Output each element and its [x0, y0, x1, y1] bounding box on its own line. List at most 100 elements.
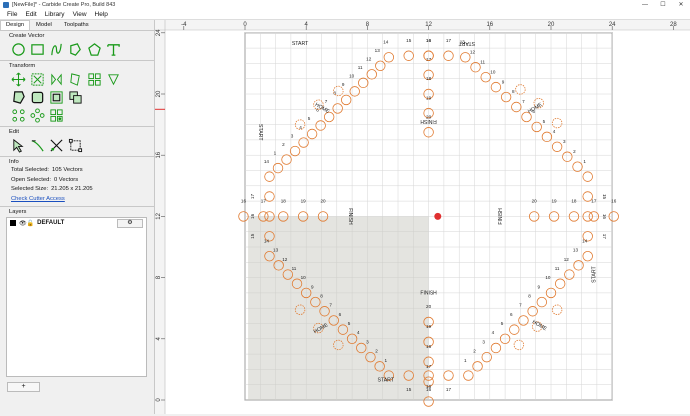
rectangle-tool-icon[interactable]	[29, 41, 45, 57]
track-label: 10	[301, 275, 307, 280]
track-label: 15	[602, 194, 607, 200]
create-vector-tools	[0, 40, 154, 58]
menu-bar: File Edit Library View Help	[0, 9, 690, 20]
track-label: 19	[426, 95, 432, 100]
track-label: 5	[543, 119, 546, 124]
track-label: 19	[426, 324, 432, 329]
menu-edit[interactable]: Edit	[21, 11, 40, 18]
align-tool-icon[interactable]	[29, 71, 45, 87]
inset-tool-icon[interactable]	[48, 89, 64, 105]
edit-heading: Edit	[9, 129, 19, 135]
ruler-tick-label: 16	[156, 151, 162, 158]
polygon-tool-icon[interactable]	[86, 41, 102, 57]
open-selected: Open Selected: 0 Vectors	[11, 176, 79, 183]
track-label: 1	[583, 159, 586, 164]
select-tool-icon[interactable]	[10, 137, 26, 153]
track-label: 12	[470, 49, 476, 54]
ruler-tick-label: 12	[156, 212, 162, 219]
circle-tool-icon[interactable]	[10, 41, 26, 57]
maximize-button[interactable]: ☐	[654, 1, 672, 8]
tab-toolpaths[interactable]: Toolpaths	[58, 20, 95, 30]
polyline-tool-icon[interactable]	[67, 41, 83, 57]
track-label: 8	[320, 293, 323, 298]
grid-array-icon[interactable]	[86, 71, 102, 87]
text-tool-icon[interactable]	[105, 41, 121, 57]
track-label: 16	[602, 214, 607, 220]
menu-library[interactable]: Library	[41, 11, 69, 18]
app-icon	[3, 1, 9, 8]
track-label: 13	[573, 248, 579, 253]
eye-icon[interactable]: 👁	[19, 220, 27, 227]
track-label: FINISH	[420, 118, 437, 124]
track-label: 15	[406, 387, 412, 392]
track-label: 18	[426, 344, 432, 349]
layer-color-swatch[interactable]	[10, 220, 16, 226]
track-label: START	[591, 265, 597, 282]
add-layer-button[interactable]: +	[7, 382, 40, 392]
layer-name: DEFAULT	[37, 220, 65, 226]
track-label: 17	[446, 38, 452, 43]
track-label: 10	[545, 275, 551, 280]
mirror-tool-icon[interactable]	[48, 71, 64, 87]
tab-design[interactable]: Design	[0, 20, 31, 30]
track-label: 16	[426, 387, 432, 392]
transform-tools-row1	[0, 70, 154, 88]
circle-array-icon[interactable]	[10, 107, 26, 123]
curve-tool-icon[interactable]	[48, 41, 64, 57]
track-label: 18	[426, 76, 432, 81]
radial-array-icon[interactable]	[29, 107, 45, 123]
layer-row-default[interactable]: 👁 🔓 DEFAULT ⚙	[7, 218, 146, 228]
track-label: 6	[510, 312, 513, 317]
boolean-tool-icon[interactable]	[67, 89, 83, 105]
track-label: 10	[349, 74, 355, 79]
menu-help[interactable]: Help	[91, 11, 112, 18]
node-edit-icon[interactable]	[105, 71, 121, 87]
move-tool-icon[interactable]	[10, 71, 26, 87]
rotate-tool-icon[interactable]	[67, 71, 83, 87]
join-tool-icon[interactable]	[67, 137, 83, 153]
close-button[interactable]: ✕	[672, 1, 690, 8]
track-label: 11	[480, 59, 485, 64]
track-label: 7	[325, 99, 328, 104]
track-label: 13	[273, 248, 279, 253]
minimize-button[interactable]: —	[636, 2, 654, 8]
tab-model[interactable]: Model	[30, 20, 58, 30]
track-label: START	[458, 40, 475, 46]
track-label: 12	[564, 257, 570, 262]
knife-tool-icon[interactable]	[29, 137, 45, 153]
fillet-tool-icon[interactable]	[29, 89, 45, 105]
canvas-svg[interactable]: -4 0 4 8 12 16 20 24 282420161284016171819202019…	[155, 20, 690, 414]
ruler-tick-label: 28	[670, 22, 677, 28]
layer-settings-button[interactable]: ⚙	[117, 218, 143, 228]
offset-tool-icon[interactable]	[10, 89, 26, 105]
track-label: 5	[501, 321, 504, 326]
check-cutter-access-link[interactable]: Check Cutter Access	[0, 195, 154, 205]
selection-shadow	[248, 216, 429, 400]
ruler-tick-label: 12	[425, 22, 432, 28]
info-heading: Info	[9, 159, 19, 165]
design-canvas[interactable]: -4 0 4 8 12 16 20 24 28 24 20 16 12 8 4 0 16 17 18 19 20 20 19…	[155, 20, 690, 414]
transform-tools-row3	[0, 106, 154, 124]
track-label: 3	[366, 339, 369, 344]
lock-icon[interactable]: 🔓	[27, 220, 34, 227]
trim-tool-icon[interactable]	[48, 137, 64, 153]
track-label: 2	[473, 349, 476, 354]
track-label: 5	[348, 321, 351, 326]
track-label: 20	[532, 199, 538, 204]
track-label: FINISH	[498, 208, 504, 225]
track-label: 15	[406, 38, 412, 43]
track-label: 19	[551, 199, 557, 204]
track-label: 9	[502, 79, 505, 84]
track-label: 3	[291, 133, 294, 138]
track-label: 17	[446, 387, 452, 392]
track-label: 20	[426, 304, 432, 309]
finish-mark	[434, 212, 442, 220]
menu-view[interactable]: View	[69, 11, 91, 18]
track-label: 7	[329, 303, 332, 308]
nest-tool-icon[interactable]	[48, 107, 64, 123]
menu-file[interactable]: File	[3, 11, 21, 18]
track-label: START	[292, 41, 309, 47]
track-label: 17	[602, 234, 607, 240]
window-title: [NewFile]* - Carbide Create Pro, Build 8…	[12, 1, 116, 8]
transform-heading: Transform	[9, 63, 36, 69]
